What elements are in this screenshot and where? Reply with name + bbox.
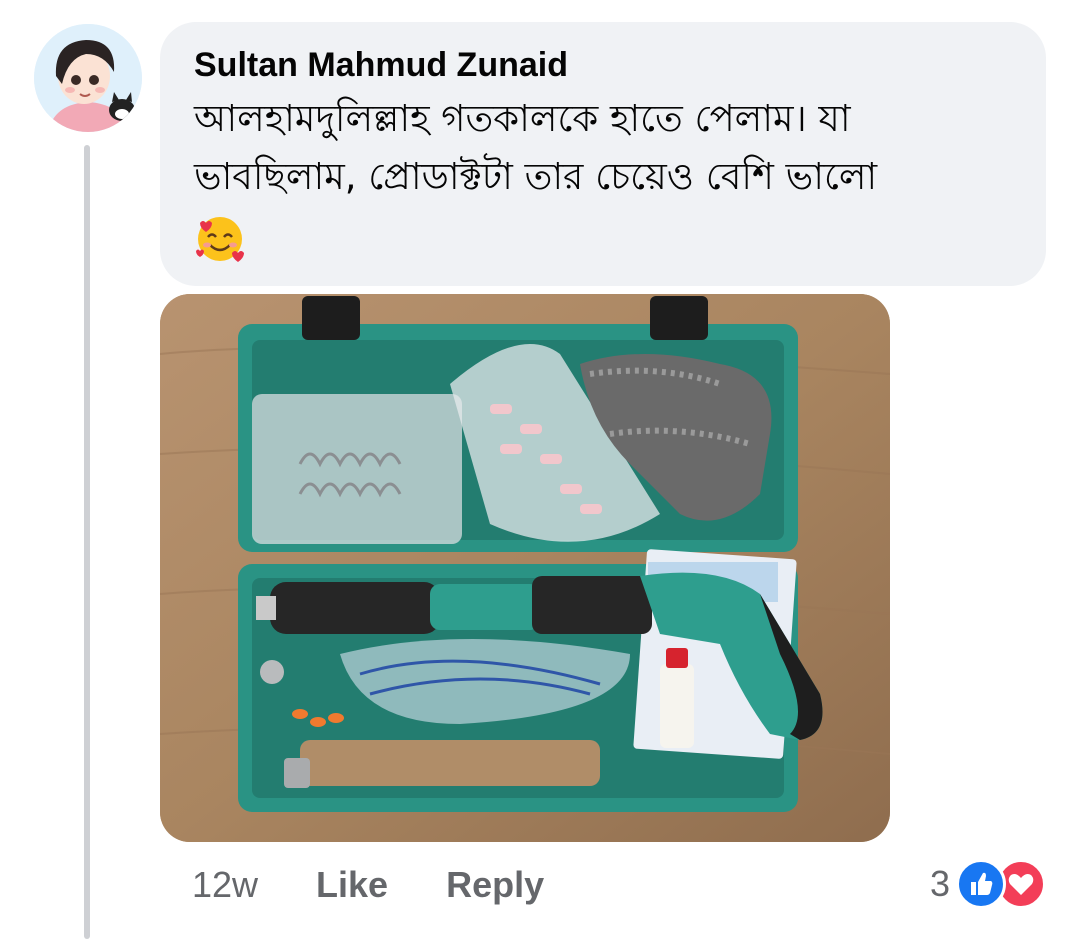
reaction-summary[interactable]: 3 — [929, 859, 1046, 909]
like-button[interactable]: Like — [316, 864, 388, 906]
comment-actions: 12w Like Reply — [192, 862, 602, 908]
tool-case-photo — [160, 294, 890, 842]
comment-photo[interactable] — [160, 294, 890, 842]
reply-button[interactable]: Reply — [446, 864, 544, 906]
like-icon — [956, 859, 1006, 909]
comment-text-line2: ভাবছিলাম, প্রোডাক্টটা তার চেয়েও বেশি ভা… — [194, 155, 878, 198]
reaction-count: 3 — [929, 863, 950, 904]
avatar-illustration — [34, 24, 142, 132]
comment-bubble: Sultan Mahmud Zunaid আলহামদুলিল্লাহ গতকা… — [160, 22, 1046, 286]
comment-author[interactable]: Sultan Mahmud Zunaid — [194, 44, 1012, 86]
comment-text: আলহামদুলিল্লাহ গতকালকে হাতে পেলাম। যা ভা… — [194, 90, 1014, 265]
comment-timestamp[interactable]: 12w — [192, 864, 258, 906]
smiling-face-with-hearts-icon — [194, 213, 246, 265]
thread-line — [84, 145, 90, 939]
comment-text-line1: আলহামদুলিল্লাহ গতকালকে হাতে পেলাম। যা — [194, 97, 851, 140]
avatar[interactable] — [34, 24, 142, 132]
